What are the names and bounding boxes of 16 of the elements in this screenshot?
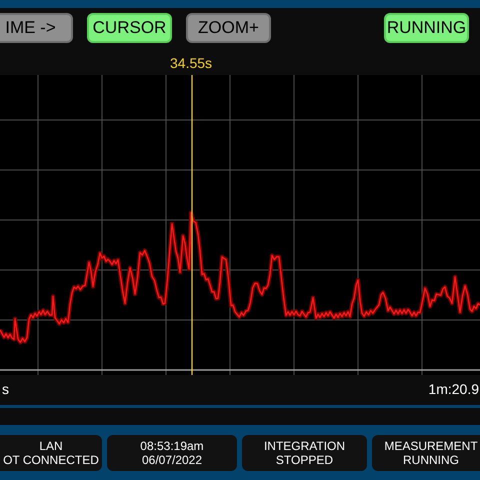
toggle-button[interactable]: IME -> [0,13,73,43]
status-value: STOPPED [276,452,334,466]
status-title: 08:53:19am [140,438,204,452]
status-title: INTEGRATION [264,438,346,452]
toggle-button[interactable]: ZOOM+ [186,13,271,43]
cursor-line[interactable] [191,75,193,375]
status-value: RUNNING [403,452,459,466]
status-value: 06/07/2022 [142,452,202,466]
toggle-button[interactable]: CURSOR [87,13,172,43]
status-value: OT CONNECTED [3,452,99,466]
cursor-time-label: 34.55s [170,54,212,73]
status-title: MEASUREMENT [384,438,478,452]
toggle-button[interactable]: RUNNING [384,13,469,43]
axis-end-label: 1m:20.9 [428,380,479,399]
status-title: LAN [39,438,63,452]
axis-start-label: s [2,380,9,399]
